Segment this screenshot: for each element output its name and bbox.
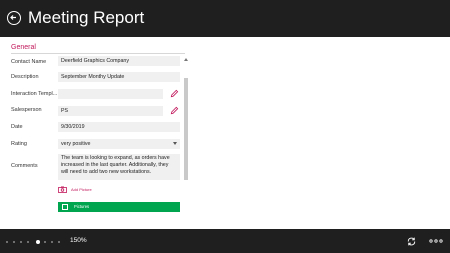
back-arrow-icon [10,15,16,20]
add-picture-button[interactable]: Add Picture [58,186,92,193]
title-bar: Meeting Report [0,0,450,37]
zoom-knob[interactable] [36,239,40,244]
section-divider [11,53,185,54]
contact-name-field[interactable]: Deerfield Graphics Company [58,56,180,66]
picture-icon [62,204,68,210]
zoom-step [20,240,22,243]
add-picture-label: Add Picture [71,187,92,192]
zoom-step [27,240,29,243]
page-title: Meeting Report [28,8,145,27]
zoom-slider[interactable] [6,239,64,244]
zoom-step [6,240,8,243]
description-label: Description [11,74,39,80]
form-scrollbar[interactable] [184,58,189,214]
zoom-level: 150% [70,237,87,244]
salesperson-field[interactable]: PS [58,106,163,116]
rating-label: Rating [11,141,27,147]
back-button[interactable] [7,11,21,25]
chevron-down-icon [173,142,177,145]
contact-name-label: Contact Name [11,59,47,65]
camera-icon [58,186,67,193]
more-icon[interactable] [429,237,443,245]
comments-label: Comments [11,163,38,169]
bottom-bar: 150% [0,229,450,253]
scroll-thumb[interactable] [184,78,188,180]
rating-select[interactable]: very positive [58,139,180,149]
description-field[interactable]: September Monthy Update [58,72,180,82]
zoom-step [58,240,60,243]
salesperson-label: Salesperson [11,107,42,113]
rating-value: very positive [61,141,91,147]
zoom-step [51,240,53,243]
pictures-label: Pictures [74,204,90,209]
date-label: Date [11,124,23,130]
pencil-icon[interactable] [170,106,179,115]
pencil-icon[interactable] [170,89,179,98]
date-field[interactable]: 9/30/2019 [58,122,180,132]
comments-field[interactable]: The team is looking to expand, as orders… [58,154,180,180]
section-title: General [11,44,36,51]
interaction-template-label: Interaction Templ... [11,91,58,97]
scroll-up-icon[interactable] [184,58,188,61]
sync-icon[interactable] [406,236,417,247]
pictures-bar[interactable]: Pictures [58,202,180,212]
zoom-step [44,240,46,243]
zoom-step [13,240,15,243]
interaction-template-field[interactable] [58,89,163,99]
